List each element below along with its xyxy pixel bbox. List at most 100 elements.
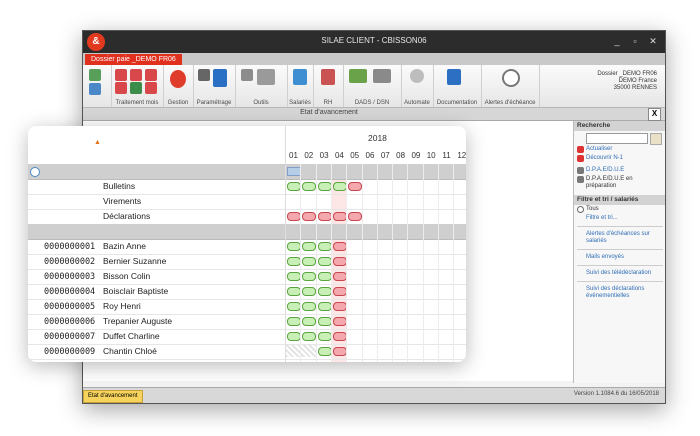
link-mails-envoyes[interactable]: Mails envoyés [574, 253, 665, 262]
maximize-button[interactable]: ▫ [627, 34, 643, 48]
status-ok-pill[interactable] [317, 317, 332, 326]
table-row[interactable]: Virements [28, 194, 466, 210]
status-ok-pill[interactable] [317, 347, 332, 356]
filter-sort-link[interactable]: Filtre et tri... [574, 214, 665, 223]
table-row[interactable]: 0000000002 Bernier Suzanne [28, 254, 466, 270]
row-indicator-icon[interactable] [30, 167, 40, 177]
table-row[interactable]: 0000000009 Chantin Chloé [28, 344, 466, 360]
table-row[interactable]: 0000000004 Boisclair Baptiste [28, 284, 466, 300]
table-row[interactable]: Déclarations [28, 209, 466, 225]
status-ok-pill[interactable] [302, 287, 317, 296]
ribbon-group-start[interactable] [83, 65, 112, 107]
search-icon[interactable] [650, 133, 662, 145]
table-row[interactable]: 0000000005 Roy Henri [28, 299, 466, 315]
month-header[interactable]: 01 [286, 151, 301, 160]
ribbon-group-traitement-mois[interactable]: Traitement mois [111, 65, 164, 107]
sidebar-item-dpae-preparation[interactable]: D.P.A.E/D.U.E en préparation [574, 175, 665, 191]
status-ok-pill[interactable] [287, 332, 301, 341]
payslip-icon [115, 82, 127, 94]
status-ok-pill[interactable] [287, 272, 301, 281]
status-ok-pill[interactable] [287, 317, 301, 326]
status-ok-pill[interactable] [302, 242, 317, 251]
status-error-pill[interactable] [332, 332, 347, 341]
close-button[interactable]: ✕ [645, 34, 661, 48]
status-error-pill[interactable] [317, 212, 332, 221]
status-ok-pill[interactable] [302, 332, 317, 341]
status-ok-pill[interactable] [287, 287, 301, 296]
ribbon-group-salaries[interactable]: Salariés [287, 65, 314, 107]
status-error-pill[interactable] [287, 212, 301, 221]
month-header[interactable]: 02 [301, 151, 316, 160]
status-ok-pill[interactable] [332, 182, 347, 191]
month-header[interactable]: 12 [454, 151, 466, 160]
status-error-pill[interactable] [302, 212, 317, 221]
ribbon-group-dads-dsn[interactable]: DADS / DSN [343, 65, 402, 107]
status-error-pill[interactable] [332, 347, 347, 356]
ribbon-group-documentation[interactable]: Documentation [433, 65, 482, 107]
status-ok-pill[interactable] [287, 182, 301, 191]
table-row[interactable]: 0000000007 Duffet Charline [28, 329, 466, 345]
table-row[interactable]: 0000000001 Bazin Anne [28, 239, 466, 255]
status-ok-pill[interactable] [302, 272, 317, 281]
month-header[interactable]: 09 [408, 151, 423, 160]
status-error-pill[interactable] [348, 212, 363, 221]
month-header[interactable]: 05 [347, 151, 362, 160]
link-suivi-teledeclaration[interactable]: Suivi des télédéclaration [574, 269, 665, 278]
tab-dossier-paie[interactable]: Dossier paie _DEMO FR06 [85, 54, 182, 65]
ribbon-group-rh[interactable]: RH [313, 65, 344, 107]
month-header[interactable]: 03 [317, 151, 332, 160]
dsn-icon [349, 69, 367, 83]
month-header[interactable]: 10 [424, 151, 439, 160]
minimize-button[interactable]: _ [609, 34, 625, 48]
month-header[interactable]: 08 [393, 151, 408, 160]
status-ok-pill[interactable] [317, 287, 332, 296]
status-ok-pill[interactable] [317, 302, 332, 311]
month-header[interactable]: 11 [439, 151, 454, 160]
ribbon-group-automate[interactable]: Automate [401, 65, 434, 107]
employee-name: Bernier Suzanne [103, 256, 167, 266]
status-ok-pill[interactable] [317, 272, 332, 281]
selected-cell[interactable] [287, 167, 301, 176]
sidebar-item-dpae[interactable]: D.P.A.E/D.U.E [574, 166, 665, 175]
status-error-pill[interactable] [332, 272, 347, 281]
table-row[interactable] [28, 164, 466, 180]
status-ok-pill[interactable] [302, 302, 317, 311]
status-ok-pill[interactable] [287, 302, 301, 311]
month-header[interactable]: 07 [378, 151, 393, 160]
status-error-pill[interactable] [332, 317, 347, 326]
status-ok-pill[interactable] [302, 257, 317, 266]
sidebar-item-actualiser[interactable]: Actualiser [574, 145, 665, 154]
status-error-pill[interactable] [332, 287, 347, 296]
table-row[interactable]: Bulletins [28, 179, 466, 195]
ribbon-group-alertes[interactable]: Alertes d'échéance [481, 65, 540, 107]
status-ok-pill[interactable] [287, 257, 301, 266]
status-error-pill[interactable] [348, 182, 363, 191]
sort-ascending-icon[interactable]: ▲ [94, 139, 101, 146]
status-ok-pill[interactable] [302, 317, 317, 326]
table-row[interactable]: 0000000006 Trepanier Auguste [28, 314, 466, 330]
status-ok-pill[interactable] [317, 242, 332, 251]
status-error-pill[interactable] [332, 242, 347, 251]
search-input[interactable] [586, 133, 648, 144]
month-header[interactable]: 06 [363, 151, 378, 160]
ribbon-group-gestion[interactable]: Gestion [163, 65, 194, 107]
status-error-pill[interactable] [332, 212, 347, 221]
status-ok-pill[interactable] [317, 257, 332, 266]
status-error-pill[interactable] [332, 302, 347, 311]
link-alertes-salaries[interactable]: Alertes d'échéances sur salariés [574, 230, 665, 246]
sidebar-item-decouvrir[interactable]: Découvrir N-1 [574, 154, 665, 163]
ribbon-group-outils[interactable]: Outils [235, 65, 288, 107]
status-ok-pill[interactable] [302, 182, 317, 191]
status-ok-pill[interactable] [287, 242, 301, 251]
filter-all[interactable]: Tous [574, 205, 665, 214]
status-tab-etat[interactable]: Etat d'avancement [83, 390, 143, 403]
status-error-pill[interactable] [332, 257, 347, 266]
panel-close-button[interactable]: X [648, 108, 661, 121]
status-ok-pill[interactable] [317, 332, 332, 341]
ribbon-group-parametrage[interactable]: Paramétrage [193, 65, 236, 107]
table-row[interactable]: 0000000003 Bisson Colin [28, 269, 466, 285]
table-row[interactable] [28, 224, 466, 240]
status-ok-pill[interactable] [317, 182, 332, 191]
link-suivi-evenementielles[interactable]: Suivi des déclarations événementielles [574, 285, 665, 301]
month-header[interactable]: 04 [332, 151, 347, 160]
